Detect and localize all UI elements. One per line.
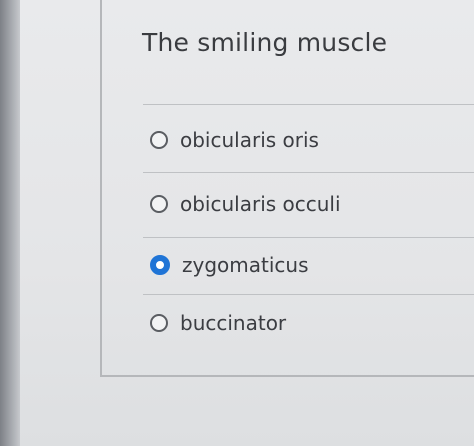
- answer-option-obicularis-occuli[interactable]: obicularis occuli: [150, 186, 341, 222]
- option-label: obicularis occuli: [180, 192, 341, 216]
- option-label: zygomaticus: [182, 253, 309, 277]
- option-label: buccinator: [180, 311, 287, 335]
- divider: [143, 294, 474, 295]
- answer-option-buccinator[interactable]: buccinator: [150, 305, 286, 341]
- divider: [143, 104, 474, 105]
- question-title: The smiling muscle: [142, 28, 388, 57]
- radio-unselected-icon[interactable]: [150, 314, 168, 332]
- answer-option-zygomaticus[interactable]: zygomaticus: [150, 247, 309, 283]
- divider: [143, 172, 474, 173]
- option-label: obicularis oris: [180, 128, 319, 152]
- radio-unselected-icon[interactable]: [150, 195, 168, 213]
- answer-option-obicularis-oris[interactable]: obicularis oris: [150, 122, 319, 158]
- radio-unselected-icon[interactable]: [150, 131, 168, 149]
- divider: [143, 237, 474, 238]
- screen-edge-shadow: [0, 0, 20, 446]
- radio-selected-icon[interactable]: [150, 255, 170, 275]
